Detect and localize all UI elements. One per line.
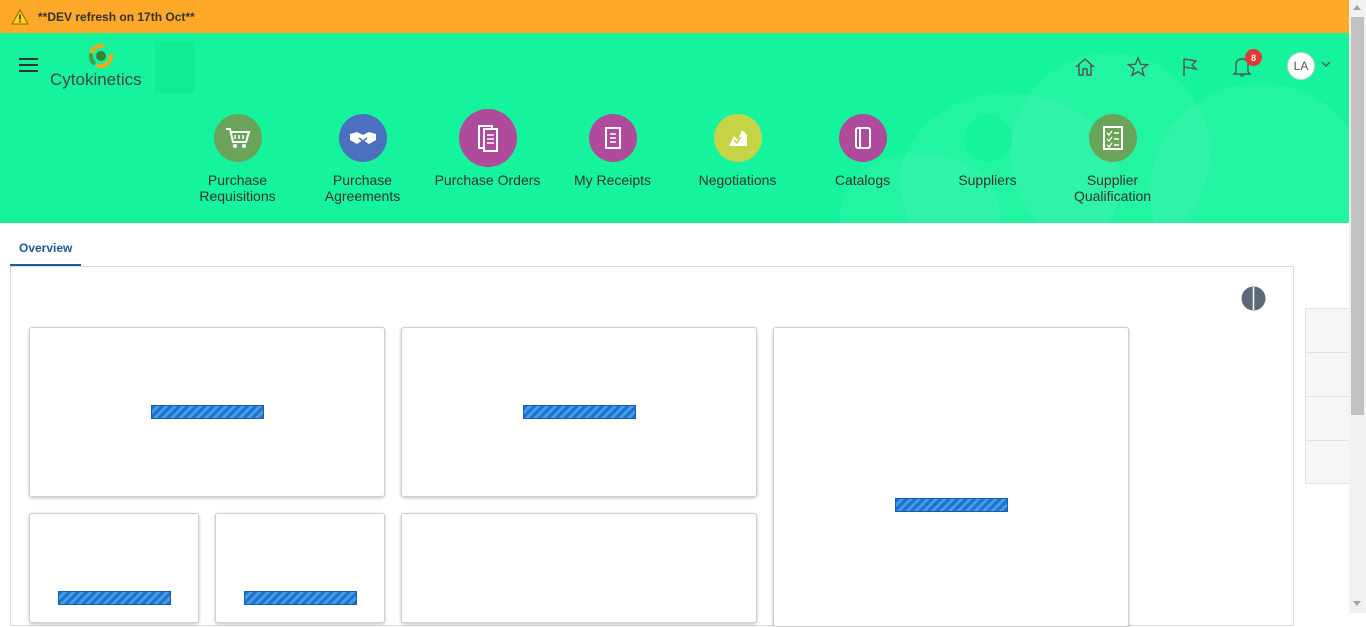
side-rail	[1305, 308, 1349, 484]
notifications-bell-icon[interactable]: 8	[1228, 49, 1262, 81]
banner-text: **DEV refresh on 17th Oct**	[38, 9, 195, 24]
logo-swatch	[155, 41, 195, 93]
nav-label: My Receipts	[573, 172, 652, 188]
nav-label: Suppliers	[958, 172, 1017, 188]
warning-icon	[11, 8, 29, 25]
home-icon[interactable]	[1071, 53, 1099, 81]
nav-catalogs[interactable]: Catalogs	[800, 114, 925, 188]
loading-indicator	[58, 591, 171, 605]
nav-label: Purchase Orders	[434, 172, 541, 188]
nav-label: Purchase Agreements	[324, 172, 401, 204]
nav-label: Purchase Requisitions	[199, 172, 276, 204]
loading-card	[215, 513, 385, 623]
tab-overview[interactable]: Overview	[10, 234, 82, 267]
side-rail-tab[interactable]	[1306, 397, 1349, 441]
receipt-icon	[588, 114, 637, 162]
checklist-icon	[1088, 114, 1137, 162]
logo-wordmark: Cytokinetics	[50, 70, 142, 89]
page-tabs: Overview	[10, 234, 82, 267]
loading-card	[773, 327, 1129, 627]
scroll-up-icon[interactable]	[1353, 5, 1361, 10]
company-logo[interactable]: Cytokinetics	[49, 41, 199, 96]
nav-purchase-requisitions[interactable]: Purchase Requisitions	[175, 114, 300, 204]
nav-suppliers[interactable]: Suppliers	[925, 114, 1050, 188]
environment-banner: **DEV refresh on 17th Oct**	[0, 0, 1349, 33]
loading-card	[401, 327, 757, 497]
document-stack-icon	[458, 109, 517, 167]
loading-indicator	[151, 405, 264, 419]
negotiation-icon	[713, 114, 762, 162]
suppliers-icon	[963, 114, 1012, 162]
handshake-icon	[338, 114, 387, 162]
nav-label: Catalogs	[834, 172, 891, 188]
scrollbar-thumb[interactable]	[1351, 17, 1364, 415]
loading-card	[29, 327, 385, 497]
flag-icon[interactable]	[1176, 53, 1204, 81]
side-rail-tab[interactable]	[1306, 353, 1349, 397]
loading-card	[401, 513, 757, 623]
nav-purchase-orders[interactable]: Purchase Orders	[425, 109, 550, 188]
nav-label: Supplier Qualification	[1073, 172, 1152, 204]
nav-supplier-qualification[interactable]: Supplier Qualification	[1050, 114, 1175, 204]
chevron-down-icon[interactable]	[1320, 58, 1332, 70]
catalog-book-icon	[838, 114, 887, 162]
navigator-menu-button[interactable]	[19, 58, 38, 74]
panel-toggle-icon[interactable]	[1241, 286, 1266, 311]
loading-indicator	[244, 591, 357, 605]
loading-indicator	[895, 498, 1008, 512]
springboard-header: Cytokinetics 8 LA Purchase Requisitions …	[0, 33, 1349, 223]
shopping-cart-icon	[213, 114, 262, 162]
nav-purchase-agreements[interactable]: Purchase Agreements	[300, 114, 425, 204]
nav-label: Negotiations	[698, 172, 777, 188]
side-rail-tab[interactable]	[1306, 309, 1349, 353]
nav-my-receipts[interactable]: My Receipts	[550, 114, 675, 188]
side-rail-tab[interactable]	[1306, 441, 1349, 485]
logo-mark-icon	[89, 44, 113, 68]
nav-negotiations[interactable]: Negotiations	[675, 114, 800, 188]
scroll-down-icon[interactable]	[1353, 601, 1361, 606]
loading-card	[29, 513, 199, 623]
notifications-count-badge: 8	[1245, 49, 1262, 66]
vertical-scrollbar[interactable]	[1349, 0, 1366, 613]
user-avatar[interactable]: LA	[1287, 52, 1315, 80]
loading-indicator	[523, 405, 636, 419]
favorites-star-icon[interactable]	[1124, 53, 1152, 81]
